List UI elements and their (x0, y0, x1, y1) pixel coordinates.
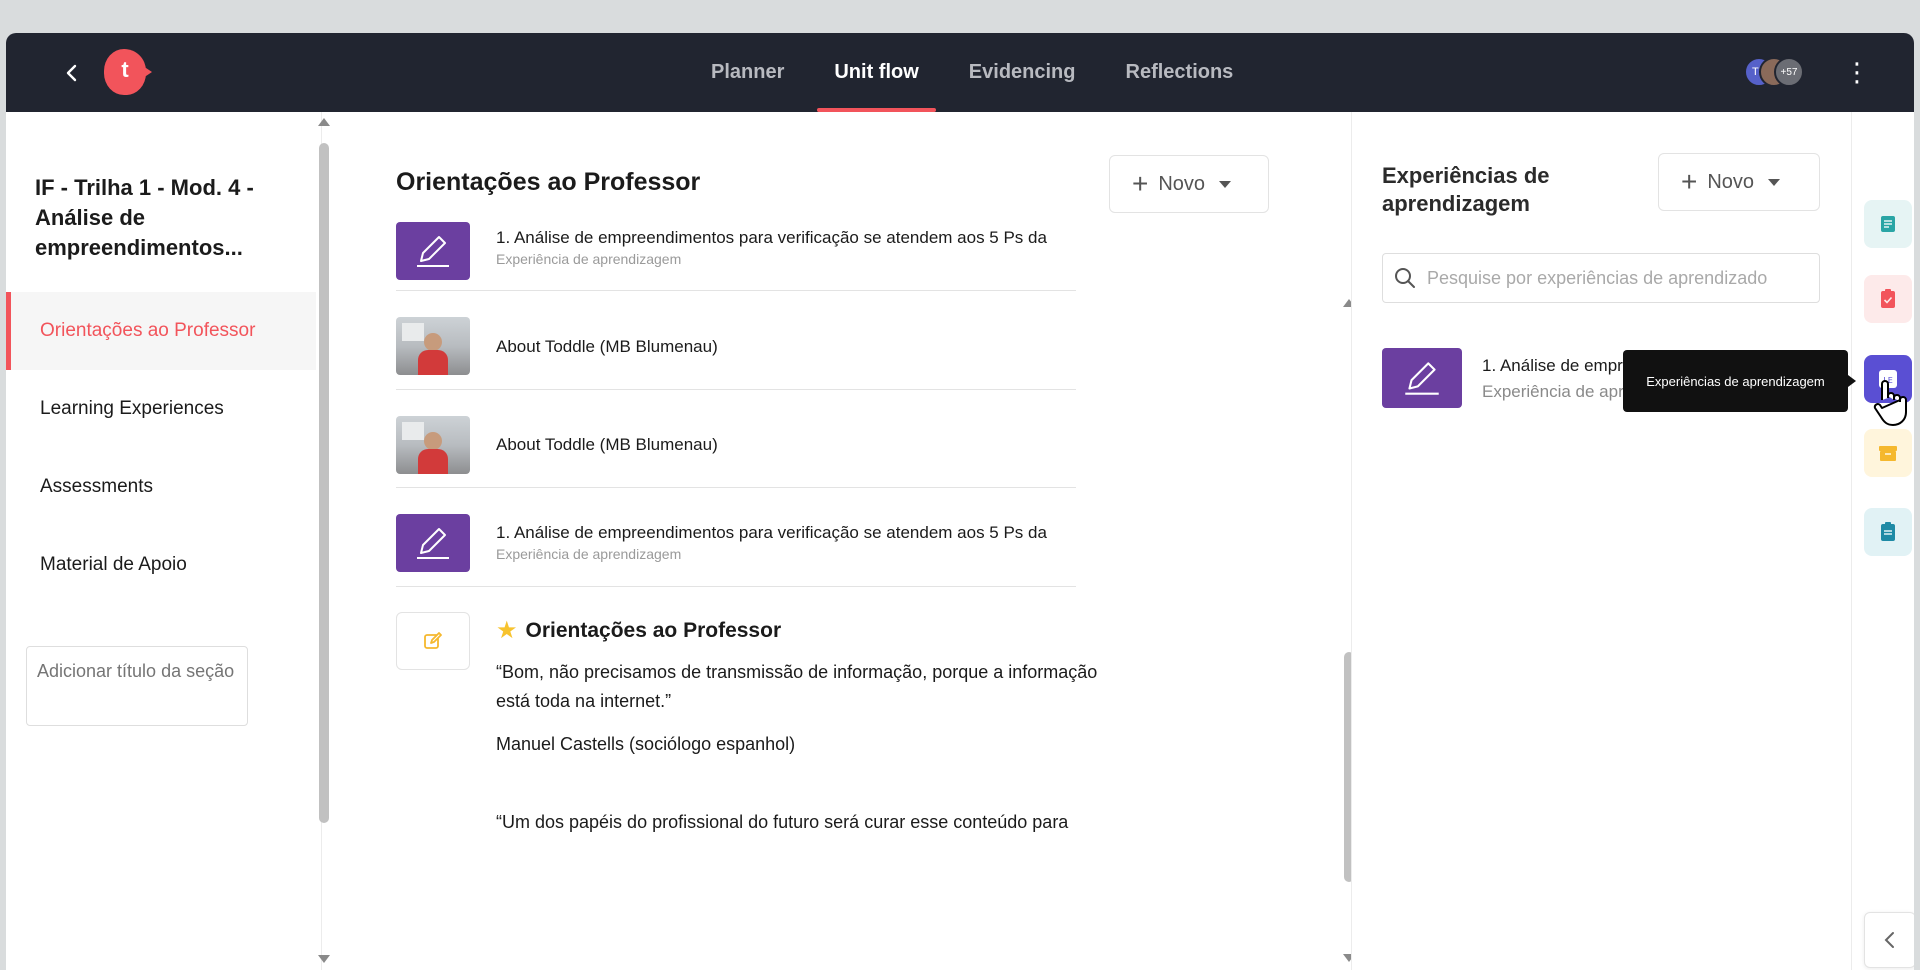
rail-button-notes[interactable] (1864, 508, 1912, 556)
item-title: About Toddle (MB Blumenau) (496, 435, 718, 454)
note-text: “Um dos papéis do profissional do futuro… (496, 812, 1069, 832)
sidebar-item-material-de-apoio[interactable]: Material de Apoio (6, 526, 316, 604)
document-icon (1881, 216, 1895, 232)
note-text: Manuel Castells (sociólogo espanhol) (496, 734, 796, 754)
app-window: t Planner Unit flow Evidencing Reflectio… (6, 33, 1914, 970)
toddle-logo[interactable]: t (104, 49, 152, 95)
scroll-down-arrow-icon[interactable] (318, 955, 330, 963)
clipboard-icon (1881, 522, 1895, 541)
plus-icon: + (1681, 166, 1698, 197)
unit-flow-main: Orientações ao Professor + Novo 1. Análi… (336, 112, 1355, 970)
pencil-icon (396, 514, 470, 572)
edit-note-icon[interactable] (396, 612, 470, 670)
scroll-up-arrow-icon[interactable] (318, 118, 330, 126)
pencil-icon (396, 222, 470, 280)
top-bar: t Planner Unit flow Evidencing Reflectio… (6, 33, 1914, 112)
learning-experiences-panel: Experiências de aprendizagem + Novo 1. A… (1351, 112, 1851, 970)
note-text: “Bom, não precisamos de transmissão de i… (496, 662, 1098, 682)
chevron-down-icon (1768, 178, 1781, 186)
avatar-count-badge: +57 (1774, 57, 1804, 87)
tab-unit-flow[interactable]: Unit flow (817, 33, 937, 112)
item-title: 1. Análise de empreendimentos para verif… (496, 228, 1047, 247)
clipboard-check-icon (1881, 289, 1895, 308)
rail-button-learning-experiences[interactable]: LE (1864, 355, 1912, 403)
tab-evidencing[interactable]: Evidencing (952, 33, 1093, 112)
le-badge-icon: LE (1879, 370, 1897, 388)
rail-tooltip: Experiências de aprendizagem (1623, 350, 1856, 412)
video-thumbnail (396, 317, 470, 375)
new-button-label: Novo (1158, 172, 1206, 195)
tab-planner[interactable]: Planner (694, 33, 801, 112)
search-box[interactable] (1382, 253, 1820, 303)
note-block: ★ Orientações ao Professor “Bom, não pre… (396, 612, 1196, 892)
new-button[interactable]: + Novo (1109, 155, 1269, 213)
more-options-icon[interactable]: ⋮ (1844, 55, 1870, 89)
video-thumbnail (396, 416, 470, 474)
list-item[interactable]: 1. Análise de empreendimentos para verif… (396, 220, 1076, 291)
section-list: Orientações ao Professor Learning Experi… (6, 292, 316, 604)
unit-sidebar: IF - Trilha 1 - Mod. 4 - Análise de empr… (6, 112, 322, 970)
sidebar-item-learning-experiences[interactable]: Learning Experiences (6, 370, 316, 448)
section-title-input[interactable] (26, 646, 248, 726)
rail-button-overview[interactable] (1864, 200, 1912, 248)
list-item[interactable]: About Toddle (MB Blumenau) (396, 291, 1076, 390)
sidebar-item-assessments[interactable]: Assessments (6, 448, 316, 526)
chevron-down-icon (1219, 180, 1232, 188)
main-nav: Planner Unit flow Evidencing Reflections (694, 33, 1266, 112)
sidebar-scrollbar[interactable] (319, 143, 329, 823)
search-icon (1395, 268, 1415, 288)
back-arrow-icon[interactable] (58, 59, 86, 87)
note-heading: ★ Orientações ao Professor (496, 617, 782, 644)
sidebar-item-orientacoes[interactable]: Orientações ao Professor (6, 292, 316, 370)
item-subtitle: Experiência de aprendizagem (496, 251, 682, 267)
plus-icon: + (1132, 168, 1149, 199)
panel-new-button[interactable]: + Novo (1658, 153, 1820, 211)
rail-button-resources[interactable] (1864, 429, 1912, 477)
pencil-icon (1382, 348, 1462, 408)
chevron-left-icon (1884, 932, 1894, 948)
right-rail: LE (1851, 112, 1914, 970)
rail-button-assessments[interactable] (1864, 275, 1912, 323)
unit-title: IF - Trilha 1 - Mod. 4 - Análise de empr… (35, 175, 254, 260)
svg-text:LE: LE (1883, 376, 1893, 385)
item-subtitle: Experiência de aprendizagem (496, 546, 682, 562)
new-button-label: Novo (1707, 170, 1755, 193)
tab-reflections[interactable]: Reflections (1109, 33, 1251, 112)
collapse-panel-button[interactable] (1864, 912, 1914, 968)
section-title: Orientações ao Professor (396, 168, 701, 196)
item-title: 1. Análise de empreendimentos para verif… (496, 523, 1047, 542)
archive-box-icon (1879, 446, 1897, 461)
item-title: About Toddle (MB Blumenau) (496, 337, 718, 356)
search-input[interactable] (1427, 267, 1807, 289)
collaborator-avatars[interactable]: TS +57 (1744, 57, 1814, 89)
list-item[interactable]: 1. Análise de empreendimentos para verif… (396, 488, 1076, 587)
star-icon: ★ (496, 617, 518, 644)
note-text: está toda na internet.” (496, 691, 672, 711)
list-item[interactable]: About Toddle (MB Blumenau) (396, 390, 1076, 488)
panel-title: Experiências de aprendizagem (1382, 163, 1550, 216)
